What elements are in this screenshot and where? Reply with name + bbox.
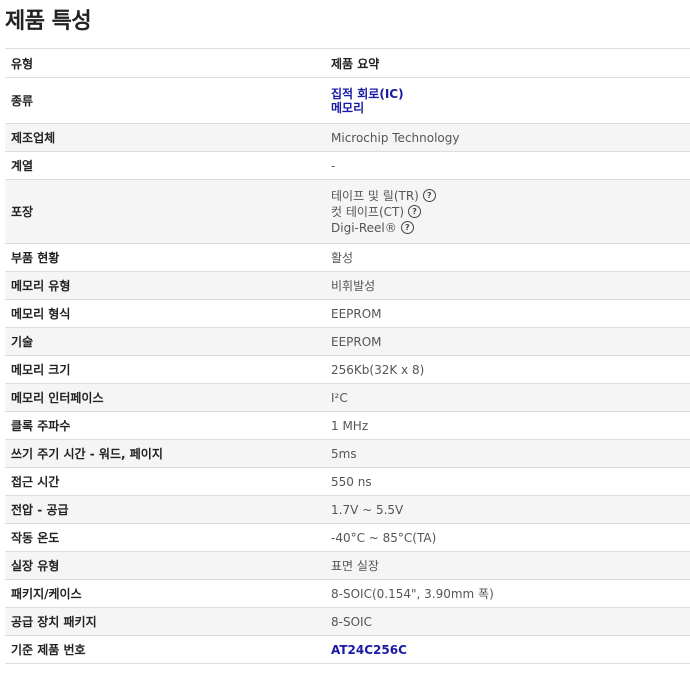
product-attributes-table: 유형 제품 요약 종류 집적 회로(IC) 메모리 제조업체 Microchip… xyxy=(5,48,690,664)
row-label: 메모리 인터페이스 xyxy=(5,383,325,412)
table-header-row: 유형 제품 요약 xyxy=(5,48,690,78)
row-value: 8-SOIC(0.154", 3.90mm 폭) xyxy=(325,579,690,608)
row-value: 8-SOIC xyxy=(325,607,690,636)
header-summary: 제품 요약 xyxy=(325,48,690,78)
table-row: 부품 현황 활성 xyxy=(5,243,690,272)
table-row: 패키지/케이스 8-SOIC(0.154", 3.90mm 폭) xyxy=(5,579,690,608)
row-value: AT24C256C xyxy=(325,635,690,664)
table-row-packaging: 포장 테이프 및 릴(TR) ? 컷 테이프(CT) ? Digi-Reel® … xyxy=(5,179,690,244)
help-question-icon[interactable]: ? xyxy=(422,189,436,202)
table-row: 작동 온도 -40°C ~ 85°C(TA) xyxy=(5,523,690,552)
table-row: 메모리 크기 256Kb(32K x 8) xyxy=(5,355,690,384)
table-row: 실장 유형 표면 실장 xyxy=(5,551,690,580)
row-value: - xyxy=(325,151,690,180)
row-value: 550 ns xyxy=(325,467,690,496)
table-row: 메모리 형식 EEPROM xyxy=(5,299,690,328)
row-label: 포장 xyxy=(5,179,325,244)
row-value: 256Kb(32K x 8) xyxy=(325,355,690,384)
table-row: 클록 주파수 1 MHz xyxy=(5,411,690,440)
packaging-option-digireel: Digi-Reel® ? xyxy=(331,220,690,236)
row-label: 기술 xyxy=(5,327,325,356)
base-part-number-link[interactable]: AT24C256C xyxy=(331,643,690,657)
row-value: EEPROM xyxy=(325,327,690,356)
row-label: 메모리 크기 xyxy=(5,355,325,384)
row-label: 부품 현황 xyxy=(5,243,325,272)
row-label: 전압 - 공급 xyxy=(5,495,325,524)
table-row-series: 계열 - xyxy=(5,151,690,180)
row-label: 실장 유형 xyxy=(5,551,325,580)
row-value: I²C xyxy=(325,383,690,412)
category-links: 집적 회로(IC) 메모리 xyxy=(325,77,690,124)
table-row: 메모리 유형 비휘발성 xyxy=(5,271,690,300)
row-value: 활성 xyxy=(325,243,690,272)
table-row-base-part-number: 기준 제품 번호 AT24C256C xyxy=(5,635,690,664)
table-row: 전압 - 공급 1.7V ~ 5.5V xyxy=(5,495,690,524)
row-value: 1.7V ~ 5.5V xyxy=(325,495,690,524)
packaging-option-ct: 컷 테이프(CT) ? xyxy=(331,204,690,220)
table-row: 쓰기 주기 시간 - 워드, 페이지 5ms xyxy=(5,439,690,468)
packaging-option-tr: 테이프 및 릴(TR) ? xyxy=(331,188,690,204)
row-value: 5ms xyxy=(325,439,690,468)
row-value: 비휘발성 xyxy=(325,271,690,300)
row-label: 쓰기 주기 시간 - 워드, 페이지 xyxy=(5,439,325,468)
row-value: EEPROM xyxy=(325,299,690,328)
row-label: 접근 시간 xyxy=(5,467,325,496)
row-label: 기준 제품 번호 xyxy=(5,635,325,664)
table-row: 공급 장치 패키지 8-SOIC xyxy=(5,607,690,636)
category-link-ic[interactable]: 집적 회로(IC) xyxy=(331,87,690,101)
table-row: 접근 시간 550 ns xyxy=(5,467,690,496)
row-value: 1 MHz xyxy=(325,411,690,440)
table-row-manufacturer: 제조업체 Microchip Technology xyxy=(5,123,690,152)
help-question-icon[interactable]: ? xyxy=(408,205,422,218)
row-label: 패키지/케이스 xyxy=(5,579,325,608)
row-label: 제조업체 xyxy=(5,123,325,152)
row-label: 작동 온도 xyxy=(5,523,325,552)
row-label: 클록 주파수 xyxy=(5,411,325,440)
packaging-option-label: 테이프 및 릴(TR) xyxy=(331,188,419,203)
row-label: 계열 xyxy=(5,151,325,180)
table-row: 메모리 인터페이스 I²C xyxy=(5,383,690,412)
row-value: Microchip Technology xyxy=(325,123,690,152)
row-label: 메모리 유형 xyxy=(5,271,325,300)
row-label: 공급 장치 패키지 xyxy=(5,607,325,636)
packaging-option-label: Digi-Reel® xyxy=(331,220,397,235)
row-value: -40°C ~ 85°C(TA) xyxy=(325,523,690,552)
table-row: 기술 EEPROM xyxy=(5,327,690,356)
row-label: 메모리 형식 xyxy=(5,299,325,328)
page-title: 제품 특성 xyxy=(5,9,92,34)
header-type: 유형 xyxy=(5,48,325,78)
packaging-option-label: 컷 테이프(CT) xyxy=(331,204,405,219)
packaging-options: 테이프 및 릴(TR) ? 컷 테이프(CT) ? Digi-Reel® ? xyxy=(325,179,690,244)
row-label: 종류 xyxy=(5,77,325,124)
category-link-memory[interactable]: 메모리 xyxy=(331,101,690,115)
row-value: 표면 실장 xyxy=(325,551,690,580)
table-row-category: 종류 집적 회로(IC) 메모리 xyxy=(5,77,690,124)
help-question-icon[interactable]: ? xyxy=(400,221,414,234)
